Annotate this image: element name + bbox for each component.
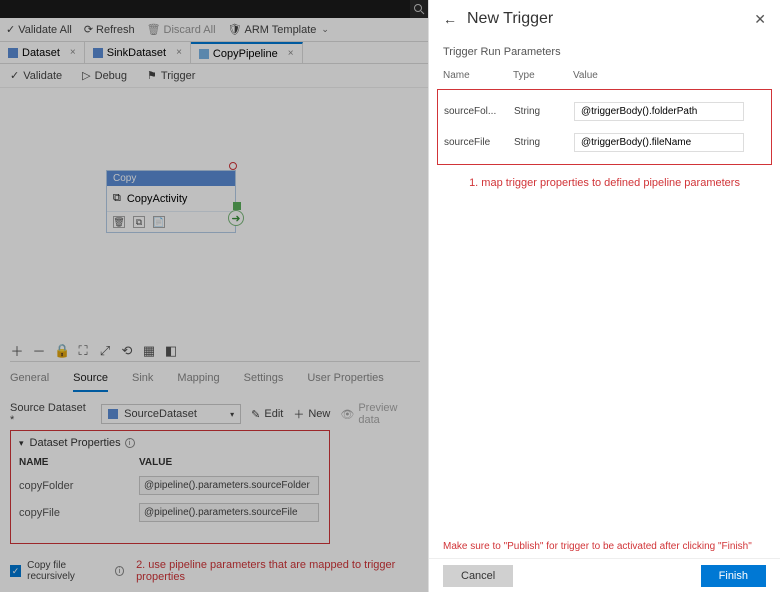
tab-settings[interactable]: Settings	[244, 366, 284, 392]
new-trigger-panel: ← New Trigger ✕ Trigger Run Parameters N…	[428, 0, 780, 592]
validate-button[interactable]: ✓ Validate	[0, 69, 72, 82]
tab-copypipeline[interactable]: CopyPipeline×	[191, 42, 303, 63]
param-type: String	[514, 137, 574, 148]
copy-icon[interactable]: 📄	[153, 216, 165, 228]
top-bar	[0, 0, 428, 18]
close-icon[interactable]: ✕	[754, 11, 766, 28]
edit-button[interactable]: ✎ Edit	[251, 408, 283, 421]
param-name: copyFile	[19, 507, 139, 519]
main-toolbar: ✓ Validate All ⟳ Refresh 🗑 Discard All 🛡…	[0, 18, 428, 42]
discard-all-button[interactable]: 🗑 Discard All	[141, 18, 222, 41]
add-activity-icon[interactable]: ➜	[228, 210, 244, 226]
annotation-2: 2. use pipeline parameters that are mapp…	[136, 559, 420, 583]
validate-all-button[interactable]: ✓ Validate All	[0, 18, 78, 41]
align-icon[interactable]: ◧	[164, 343, 178, 359]
param-name: copyFolder	[19, 480, 139, 492]
trigger-button[interactable]: ⚑ Trigger	[137, 69, 205, 82]
copy-recursively-checkbox[interactable]	[10, 565, 21, 577]
param-value-input[interactable]: @pipeline().parameters.sourceFolder	[139, 476, 319, 495]
debug-button[interactable]: ▷ Debug	[72, 69, 137, 82]
finish-button[interactable]: Finish	[701, 565, 766, 587]
copy-activity-node[interactable]: Copy ⧉ CopyActivity 🗑 ⧉ 📄 ➜	[106, 170, 236, 233]
search-icon[interactable]	[410, 0, 428, 18]
expand-icon[interactable]: ⤢	[98, 343, 112, 359]
copy-activity-icon: ⧉	[113, 192, 121, 205]
info-icon[interactable]: i	[125, 438, 135, 448]
reset-icon[interactable]: ⟲	[120, 343, 134, 359]
copy-recursively-row: Copy file recursively i 2. use pipeline …	[10, 556, 420, 586]
tab-mapping[interactable]: Mapping	[177, 366, 219, 392]
validation-dot-icon	[229, 162, 237, 170]
source-dataset-row: Source Dataset * SourceDataset ▾ ✎ Edit …	[10, 402, 420, 426]
cancel-button[interactable]: Cancel	[443, 565, 513, 587]
param-value-input[interactable]	[574, 133, 744, 152]
tab-sink[interactable]: Sink	[132, 366, 153, 392]
delete-icon[interactable]: 🗑	[113, 216, 125, 228]
tab-userproperties[interactable]: User Properties	[307, 366, 383, 392]
trigger-params-box: sourceFol... String sourceFile String	[437, 89, 772, 165]
clone-icon[interactable]: ⧉	[133, 216, 145, 228]
panel-subtitle: Trigger Run Parameters	[429, 38, 780, 66]
zoom-out-icon[interactable]: －	[32, 341, 46, 360]
canvas-zoom-toolbar: ＋ － 🔒 ⛶ ⤢ ⟲ ▦ ◧	[10, 340, 420, 362]
properties-tabs: General Source Sink Mapping Settings Use…	[10, 366, 420, 392]
pipeline-canvas[interactable]: Copy ⧉ CopyActivity 🗑 ⧉ 📄 ➜	[0, 88, 428, 340]
lock-icon[interactable]: 🔒	[54, 343, 68, 359]
param-type: String	[514, 106, 574, 117]
panel-title: New Trigger	[467, 10, 553, 28]
tab-general[interactable]: General	[10, 366, 49, 392]
arm-template-dropdown[interactable]: 🛡 ARM Template	[222, 18, 335, 41]
layout-icon[interactable]: ▦	[142, 343, 156, 359]
param-value-input[interactable]: @pipeline().parameters.sourceFile	[139, 503, 319, 522]
success-port[interactable]	[233, 202, 241, 210]
param-name: sourceFile	[444, 137, 514, 148]
tab-sinkdataset[interactable]: SinkDataset×	[85, 42, 191, 63]
chevron-down-icon: ▾	[230, 410, 234, 419]
close-icon[interactable]: ×	[288, 48, 294, 59]
info-icon[interactable]: i	[115, 566, 124, 576]
tab-source[interactable]: Source	[73, 366, 108, 392]
source-dataset-select[interactable]: SourceDataset ▾	[101, 404, 241, 424]
tab-dataset[interactable]: Dataset×	[0, 42, 85, 63]
param-name: sourceFol...	[444, 106, 514, 117]
param-value-input[interactable]	[574, 102, 744, 121]
source-dataset-label: Source Dataset *	[10, 402, 91, 426]
canvas-action-bar: ✓ Validate ▷ Debug ⚑ Trigger	[0, 64, 428, 88]
zoom-in-icon[interactable]: ＋	[10, 341, 24, 360]
editor-tabs: Dataset× SinkDataset× CopyPipeline×	[0, 42, 428, 64]
dataset-icon	[108, 409, 118, 419]
annotation-1: 1. map trigger properties to defined pip…	[429, 169, 780, 197]
close-icon[interactable]: ×	[70, 47, 76, 58]
node-header: Copy	[107, 171, 235, 186]
preview-data-button[interactable]: 👁 Preview data	[340, 402, 420, 426]
publish-note: Make sure to "Publish" for trigger to be…	[443, 541, 766, 552]
close-icon[interactable]: ×	[176, 47, 182, 58]
dataset-properties-box: Dataset Propertiesi NAMEVALUE copyFolder…	[10, 430, 330, 544]
new-button[interactable]: ＋ New	[293, 406, 330, 422]
fit-icon[interactable]: ⛶	[76, 343, 90, 359]
refresh-button[interactable]: ⟳ Refresh	[78, 18, 141, 41]
back-icon[interactable]: ←	[443, 11, 457, 27]
node-title: CopyActivity	[127, 193, 188, 205]
